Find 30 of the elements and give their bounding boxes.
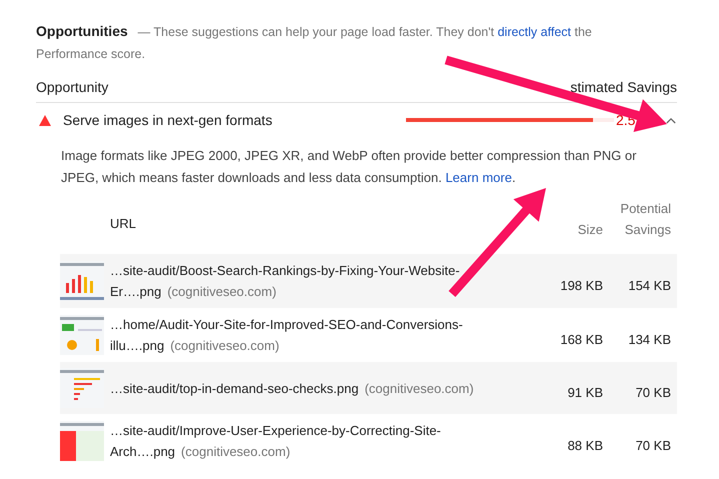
url-text: …home/Audit-Your-Site-for-Improved-SEO-and-Conversions-: [110, 317, 463, 332]
opportunity-description: Image formats like JPEG 2000, JPEG XR, and WebP often provide better compression than PNG or JPEG, which means faster downloads and less data consumption. Learn more.: [61, 148, 636, 184]
section-description: Opportunities — These suggestions can help your page load faster. They don't directly affect the Performance score.: [36, 25, 592, 61]
column-header: Size: [578, 222, 603, 237]
host-text: (cognitiveseo.com): [364, 380, 474, 396]
url-text: …site-audit/Boost-Search-Rankings-by-Fixing-Your-Website-: [110, 263, 460, 278]
url-text: …site-audit/top-in-demand-seo-checks.png: [110, 380, 359, 396]
chevron-icon[interactable]: [666, 116, 676, 124]
savings-text: 70 KB: [636, 384, 671, 400]
column-header: stimated Savings: [570, 79, 677, 95]
column-header: URL: [110, 216, 136, 231]
url-text: Arch….png: [110, 444, 176, 459]
savings-text: 134 KB: [628, 332, 671, 346]
learn-more-link[interactable]: Learn more: [445, 170, 512, 184]
host-text: (cognitiveseo.com): [170, 338, 280, 353]
directly-affect-link[interactable]: directly affect: [498, 25, 572, 39]
size-text: 91 KB: [568, 384, 603, 400]
column-header: Potential Savings: [620, 201, 671, 237]
savings-text: 70 KB: [636, 438, 671, 452]
size-text: 88 KB: [568, 438, 603, 452]
size-text: 198 KB: [560, 278, 603, 292]
url-text: Er….png: [110, 284, 162, 299]
host-text: (cognitiveseo.com): [167, 284, 276, 299]
url-text: …site-audit/Improve-User-Experience-by-Correcting-Site-: [110, 423, 441, 438]
column-header: Opportunity: [36, 79, 108, 95]
opportunity-title[interactable]: Serve images in next-gen formats: [63, 112, 406, 128]
host-text: (cognitiveseo.com): [181, 444, 290, 459]
savings-text: 154 KB: [628, 278, 671, 292]
url-text: illu….png: [110, 338, 164, 353]
size-text: 168 KB: [560, 332, 603, 346]
